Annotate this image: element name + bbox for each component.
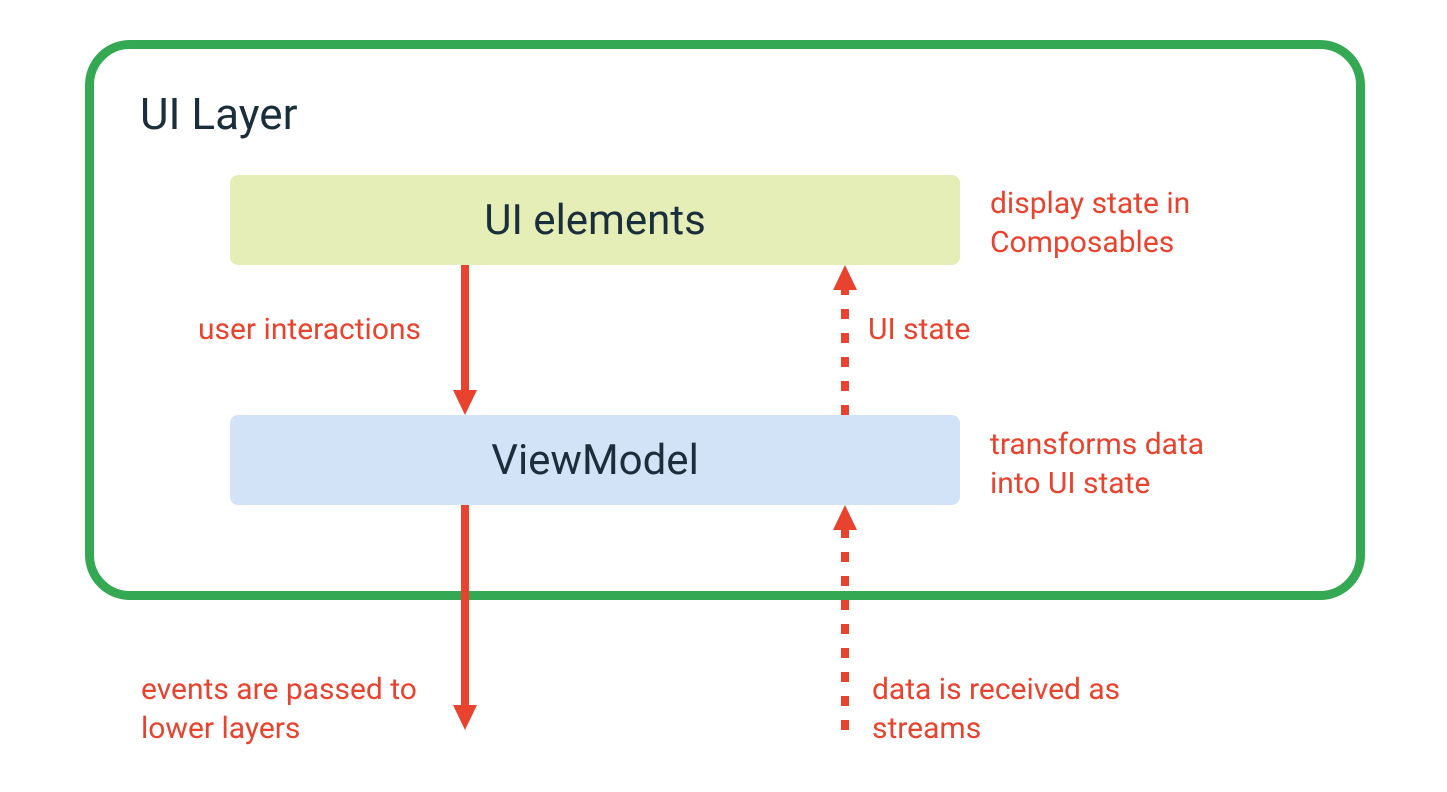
annotation-user-interactions: user interactions	[198, 310, 421, 349]
layer-title: UI Layer	[140, 88, 298, 140]
annotation-data-received: data is received asstreams	[872, 670, 1120, 748]
box-ui-elements-label: UI elements	[484, 196, 706, 245]
arrow-ui-state	[830, 265, 860, 415]
box-viewmodel-label: ViewModel	[491, 436, 699, 485]
annotation-ui-state: UI state	[868, 310, 970, 349]
annotation-transforms: transforms datainto UI state	[990, 425, 1204, 503]
annotation-events: events are passed tolower layers	[141, 670, 417, 748]
arrow-events-out	[450, 505, 480, 730]
box-viewmodel: ViewModel	[230, 415, 960, 505]
arrow-user-interactions	[450, 265, 480, 415]
box-ui-elements: UI elements	[230, 175, 960, 265]
arrow-data-in	[830, 505, 860, 730]
annotation-display-state: display state inComposables	[990, 184, 1190, 262]
